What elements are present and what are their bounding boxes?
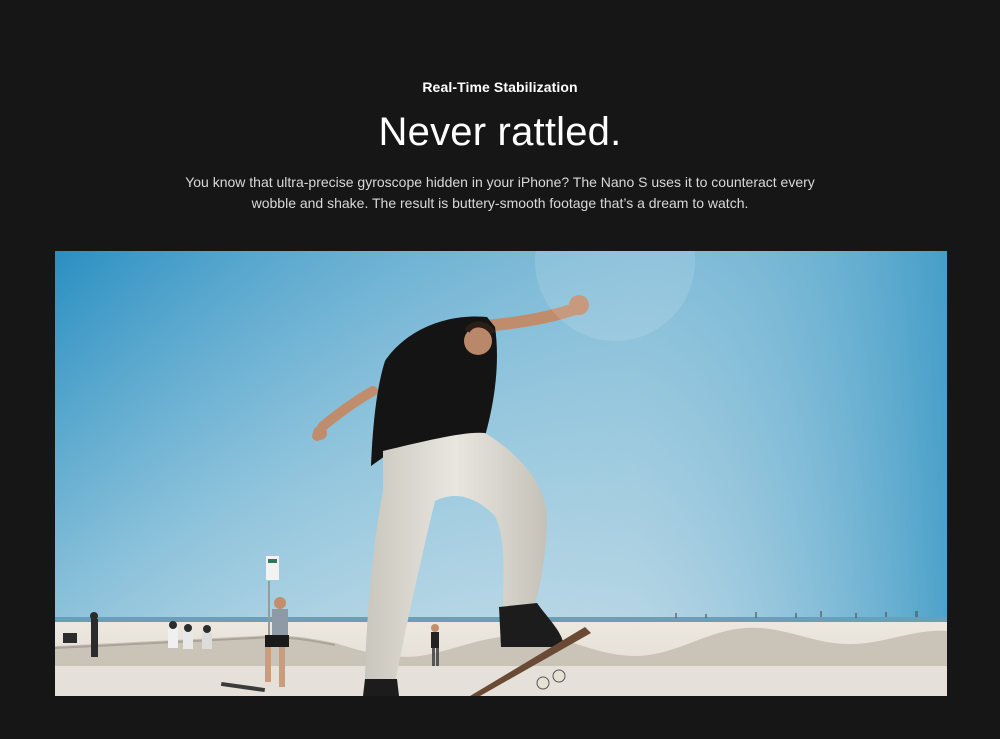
section-body: You know that ultra-precise gyroscope hi… bbox=[185, 174, 815, 211]
child bbox=[431, 624, 439, 666]
feature-section: Real-Time Stabilization Never rattled. Y… bbox=[0, 0, 1000, 739]
hero-photo-skateboarder bbox=[55, 251, 947, 696]
section-headline: Never rattled. bbox=[378, 110, 622, 154]
section-eyebrow: Real-Time Stabilization bbox=[422, 79, 578, 95]
